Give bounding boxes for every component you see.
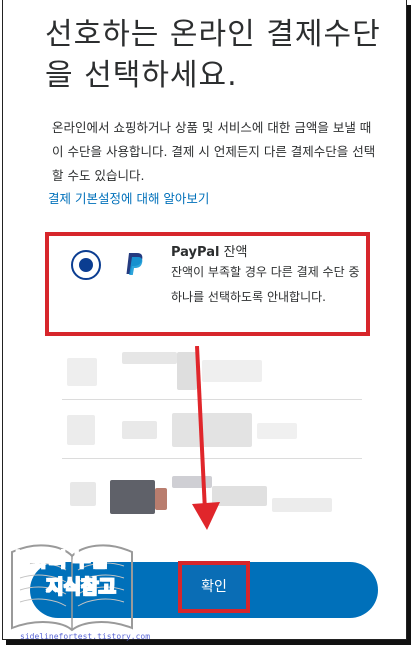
payment-option-paypal-balance[interactable]: PayPal 잔액 잔액이 부족할 경우 다른 결제 수단 중 하나를 선택하도… bbox=[45, 232, 370, 336]
obscured-text bbox=[257, 423, 297, 439]
watermark-subtitle: 지식참고 bbox=[46, 576, 117, 599]
red-arrow-annotation bbox=[192, 346, 220, 530]
watermark-url: sidelinefortest.tistory.com bbox=[20, 632, 151, 641]
page-description: 온라인에서 쇼핑하거나 상품 및 서비스에 대한 금액을 보낼 때 이 수단을 … bbox=[52, 120, 376, 183]
confirm-button[interactable]: 확인 bbox=[178, 561, 250, 613]
obscured-icon bbox=[67, 415, 95, 445]
watermark-title: 블슈의 부업 bbox=[13, 549, 109, 572]
payment-option-radio[interactable] bbox=[71, 250, 101, 280]
payment-option-brand: PayPal bbox=[171, 245, 220, 260]
paypal-logo-icon bbox=[126, 253, 143, 275]
obscured-text bbox=[272, 498, 332, 512]
radio-selected-dot bbox=[79, 258, 93, 272]
obscured-card-image bbox=[110, 480, 155, 514]
obscured-icon bbox=[67, 358, 97, 386]
obscured-icon bbox=[70, 482, 96, 506]
watermark: 블슈의 부업 지식참고 sidelinefortest.tistory.com bbox=[8, 532, 150, 642]
obscured-text bbox=[122, 421, 157, 439]
obscured-text bbox=[122, 352, 177, 364]
payment-option-label: 잔액 bbox=[223, 245, 248, 260]
payment-option-title: PayPal 잔액 bbox=[171, 241, 248, 260]
payment-option-description: 잔액이 부족할 경우 다른 결제 수단 중 하나를 선택하도록 안내합니다. bbox=[171, 265, 360, 304]
page-title: 선호하는 온라인 결제수단을 선택하세요. bbox=[45, 17, 381, 93]
preferences-info-link[interactable]: 결제 기본설정에 대해 알아보기 bbox=[48, 188, 209, 207]
obscured-card-image bbox=[155, 488, 167, 510]
